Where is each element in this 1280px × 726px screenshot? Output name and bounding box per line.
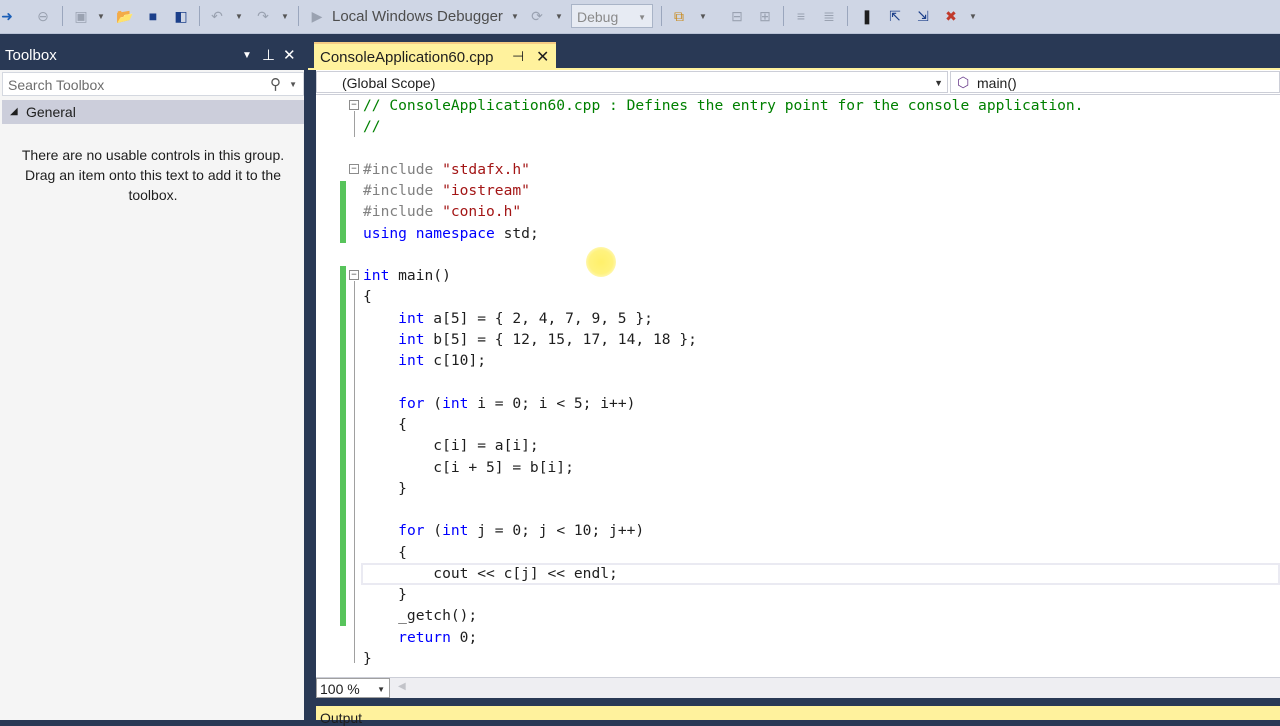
output-title: Output — [320, 710, 363, 726]
redo-dropdown-icon[interactable]: ▼ — [280, 5, 290, 27]
toolbox-title-bar: Toolbox ▼ ⊥ ✕ — [0, 40, 306, 70]
fold-guide — [354, 281, 355, 663]
zoom-value: 100 % — [320, 681, 360, 697]
main-toolbar: ➜ ⊖ ▣ ▼ 📂 ■ ◧ ↶ ▼ ↷ ▼ ▶ Local Windows De… — [0, 0, 1280, 34]
zoom-dropdown[interactable]: 100 % ▼ — [316, 678, 390, 698]
code-line-27[interactable]: } — [363, 648, 372, 669]
mouse-cursor-highlight — [586, 247, 616, 277]
code-line-26[interactable]: return 0; — [363, 627, 477, 648]
code-line-6[interactable]: #include "conio.h" — [363, 201, 521, 222]
start-debugging-icon[interactable]: ▶ — [306, 5, 328, 27]
toolbox-empty-message: There are no usable controls in this gro… — [21, 147, 285, 203]
group-label: General — [26, 104, 76, 120]
refresh-icon[interactable]: ⟳ — [526, 5, 548, 27]
code-line-22[interactable]: { — [363, 542, 407, 563]
pin-tab-icon[interactable]: ⊣ — [512, 48, 524, 65]
configuration-value: Debug — [577, 9, 619, 25]
code-line-15[interactable]: for (int i = 0; i < 5; i++) — [363, 393, 635, 414]
navigation-bar: (Global Scope) ▼ ⬡ main() — [316, 70, 1280, 95]
collapse-triangle-icon: ◢ — [10, 106, 18, 117]
redo-icon[interactable]: ↷ — [252, 5, 274, 27]
chevron-down-icon[interactable]: ▼ — [289, 80, 297, 89]
toolbar-overflow-icon[interactable]: ▼ — [698, 5, 708, 27]
change-indicator — [340, 266, 346, 626]
scroll-left-icon[interactable]: ◀ — [398, 681, 406, 692]
code-line-12[interactable]: int b[5] = { 12, 15, 17, 14, 18 }; — [363, 329, 697, 350]
code-line-10[interactable]: { — [363, 286, 372, 307]
debugger-label[interactable]: Local Windows Debugger — [332, 5, 508, 27]
code-line-11[interactable]: int a[5] = { 2, 4, 7, 9, 5 }; — [363, 308, 653, 329]
code-token: #include "iostream" — [363, 182, 530, 199]
find-in-files-icon[interactable]: ⧉ — [668, 5, 690, 27]
bookmark-icon[interactable]: ❚ — [856, 5, 878, 27]
toolbox-title: Toolbox — [5, 47, 57, 64]
code-line-5[interactable]: #include "iostream" — [363, 180, 530, 201]
fold-guide — [354, 111, 355, 137]
save-all-icon[interactable]: ◧ — [170, 5, 192, 27]
decrease-indent-icon[interactable]: ≡ — [790, 5, 812, 27]
code-line-7[interactable]: using namespace std; — [363, 223, 539, 244]
chevron-down-icon: ▼ — [638, 13, 646, 22]
collapse-icon[interactable]: − — [349, 270, 359, 280]
tab-title: ConsoleApplication60.cpp — [320, 49, 494, 66]
open-file-icon[interactable]: 📂 — [114, 5, 136, 27]
code-line-24[interactable]: } — [363, 584, 407, 605]
code-line-1[interactable]: // ConsoleApplication60.cpp : Defines th… — [363, 95, 1083, 116]
close-icon[interactable]: ✕ — [283, 46, 296, 64]
clear-bookmarks-icon[interactable]: ✖ — [940, 5, 962, 27]
code-line-23[interactable]: cout << c[j] << endl; — [363, 563, 618, 584]
new-project-dropdown-icon[interactable]: ▼ — [96, 5, 106, 27]
comment-out-icon[interactable]: ⊞ — [754, 5, 776, 27]
tab-console-application[interactable]: ConsoleApplication60.cpp ⊣ ✕ — [314, 42, 556, 70]
method-icon: ⬡ — [957, 74, 970, 90]
code-line-13[interactable]: int c[10]; — [363, 350, 486, 371]
code-line-9[interactable]: int main() — [363, 265, 451, 286]
undo-icon[interactable]: ↶ — [206, 5, 228, 27]
toolbar-customize-icon[interactable]: ▼ — [968, 5, 978, 27]
search-icon[interactable]: ⚲ — [270, 75, 281, 93]
code-line-19[interactable]: } — [363, 478, 407, 499]
increase-indent-icon[interactable]: ≣ — [818, 5, 840, 27]
new-project-icon[interactable]: ▣ — [70, 5, 92, 27]
toolbox-group-general[interactable]: ◢ General — [2, 100, 304, 124]
scope-dropdown[interactable]: (Global Scope) ▼ — [316, 71, 948, 93]
undo-dropdown-icon[interactable]: ▼ — [234, 5, 244, 27]
code-line-21[interactable]: for (int j = 0; j < 10; j++) — [363, 520, 644, 541]
navigate-back-icon[interactable]: ➜ — [0, 5, 14, 27]
collapse-icon[interactable]: − — [349, 100, 359, 110]
chevron-down-icon: ▼ — [934, 78, 943, 88]
outline-icon[interactable]: ⊟ — [726, 5, 748, 27]
document-tab-bar: ConsoleApplication60.cpp ⊣ ✕ — [308, 40, 1280, 70]
chevron-down-icon: ▼ — [377, 685, 385, 694]
code-line-2[interactable]: // — [363, 116, 381, 137]
search-placeholder: Search Toolbox — [8, 77, 105, 93]
toolbox-search-input[interactable]: Search Toolbox ⚲ ▼ — [2, 72, 304, 96]
toolbox-panel: Toolbox ▼ ⊥ ✕ Search Toolbox ⚲ ▼ ◢ Gener… — [0, 40, 306, 720]
code-editor[interactable]: − − − // ConsoleApplication60.cpp : Defi… — [316, 95, 1280, 677]
pin-icon[interactable]: ⊥ — [262, 46, 275, 64]
close-tab-icon[interactable]: ✕ — [536, 47, 549, 67]
debugger-dropdown-icon[interactable]: ▼ — [510, 5, 520, 27]
configuration-select[interactable]: Debug ▼ — [571, 4, 653, 28]
navigate-forward-icon[interactable]: ⊖ — [32, 5, 54, 27]
collapse-icon[interactable]: − — [349, 164, 359, 174]
member-dropdown[interactable]: ⬡ main() — [950, 71, 1280, 93]
output-panel-header[interactable]: Output — [316, 706, 1280, 726]
code-line-16[interactable]: { — [363, 414, 407, 435]
next-bookmark-icon[interactable]: ⇲ — [912, 5, 934, 27]
refresh-dropdown-icon[interactable]: ▼ — [554, 5, 564, 27]
code-token: #include "stdafx.h" — [363, 161, 530, 178]
editor-bottom-bar: 100 % ▼ ◀ — [316, 677, 1280, 698]
member-value: main() — [977, 75, 1017, 91]
change-indicator — [340, 181, 346, 243]
window-position-icon[interactable]: ▼ — [242, 50, 252, 61]
save-icon[interactable]: ■ — [142, 5, 164, 27]
code-line-17[interactable]: c[i] = a[i]; — [363, 435, 538, 456]
previous-bookmark-icon[interactable]: ⇱ — [884, 5, 906, 27]
code-line-25[interactable]: _getch(); — [363, 605, 477, 626]
code-token: #include "conio.h" — [363, 203, 522, 220]
code-line-4[interactable]: #include "stdafx.h" — [363, 159, 530, 180]
scope-value: (Global Scope) — [342, 75, 436, 91]
code-line-18[interactable]: c[i + 5] = b[i]; — [363, 457, 574, 478]
